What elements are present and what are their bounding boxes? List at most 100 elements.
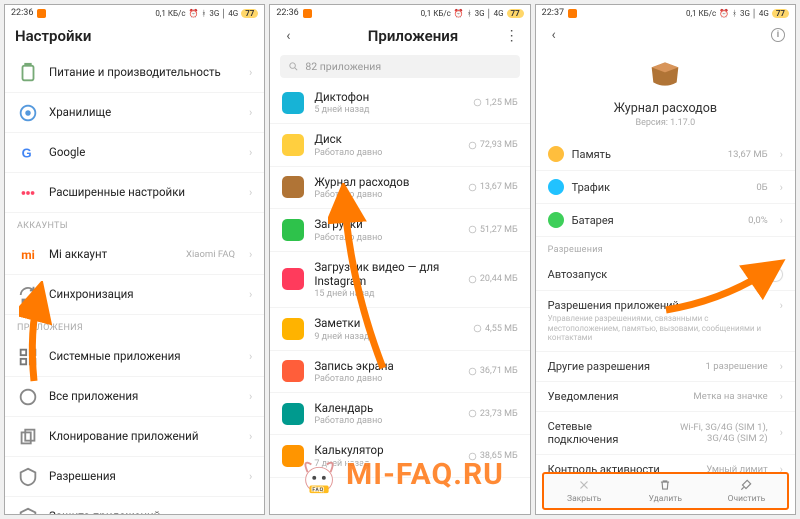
trash-icon xyxy=(658,478,672,492)
app-item-sub: 15 дней назад xyxy=(314,289,458,299)
row-sync[interactable]: Синхронизация › xyxy=(5,275,264,315)
alarm-icon: ⏰ xyxy=(719,9,729,18)
row-app-permissions[interactable]: Разрешения приложений Управление разреше… xyxy=(536,291,795,352)
row-permissions[interactable]: Разрешения › xyxy=(5,457,264,497)
app-row[interactable]: Журнал расходовРаботало давно13,67 МБ xyxy=(270,167,529,209)
app-item-icon xyxy=(282,134,304,156)
app-row[interactable]: ДискРаботало давно72,93 МБ xyxy=(270,124,529,166)
delete-button[interactable]: Удалить xyxy=(625,478,706,504)
memory-icon xyxy=(548,146,564,162)
row-traffic[interactable]: Трафик 0Б › xyxy=(536,171,795,204)
app-row[interactable]: Диктофон5 дней назад1,25 МБ xyxy=(270,82,529,124)
app-row[interactable]: КалендарьРаботало давно23,73 МБ xyxy=(270,393,529,435)
row-battery[interactable]: Батарея 0,0% › xyxy=(536,204,795,237)
signal-icon: 3G │ 4G xyxy=(209,9,238,18)
app-item-name: Запись экрана xyxy=(314,359,458,373)
app-item-size: 36,71 МБ xyxy=(468,366,518,376)
status-indicator-icon xyxy=(303,9,312,18)
status-time: 22:36 xyxy=(276,8,298,18)
search-input[interactable]: 82 приложения xyxy=(280,55,519,78)
app-item-sub: 5 дней назад xyxy=(314,105,463,115)
app-row[interactable]: Калькулятор7 дней назад38,65 МБ xyxy=(270,435,529,477)
row-app-protect[interactable]: Защита приложений › xyxy=(5,497,264,515)
app-row[interactable]: Загрузчик видео — для Instagram15 дней н… xyxy=(270,252,529,309)
disk-icon xyxy=(468,141,477,150)
info-icon[interactable]: i xyxy=(771,28,785,42)
account-value: Xiaomi FAQ xyxy=(186,249,235,260)
bluetooth-icon: ᚼ xyxy=(732,9,737,18)
chevron-right-icon: › xyxy=(780,299,783,312)
battery-usage-icon xyxy=(548,212,564,228)
app-icon xyxy=(644,53,686,95)
chevron-right-icon: › xyxy=(780,181,783,194)
app-item-icon xyxy=(282,176,304,198)
app-row[interactable]: Заметки9 дней назад4,55 МБ xyxy=(270,308,529,350)
chevron-right-icon: › xyxy=(249,470,252,483)
row-power[interactable]: Питание и производительность › xyxy=(5,53,264,93)
app-item-size: 20,44 МБ xyxy=(468,274,518,284)
disk-icon xyxy=(468,225,477,234)
chevron-right-icon: › xyxy=(780,426,783,439)
chevron-right-icon: › xyxy=(249,288,252,301)
app-item-size: 13,67 МБ xyxy=(468,182,518,192)
traffic-icon xyxy=(548,179,564,195)
row-google[interactable]: G Google › xyxy=(5,133,264,173)
row-mi-account[interactable]: mi Mi аккаунт Xiaomi FAQ › xyxy=(5,235,264,275)
close-button[interactable]: Закрыть xyxy=(544,478,625,504)
app-item-sub: 7 дней назад xyxy=(314,459,458,469)
status-net: 0,1 КБ/с xyxy=(155,9,185,18)
chevron-right-icon: › xyxy=(780,214,783,227)
app-item-name: Загрузки xyxy=(314,217,458,231)
app-item-icon xyxy=(282,360,304,382)
shield-icon xyxy=(17,506,39,516)
bluetooth-icon: ᚼ xyxy=(467,9,472,18)
app-detail-screen: 22:37 0,1 КБ/с ⏰ ᚼ 3G │ 4G 77 ‹ i Журнал… xyxy=(535,4,796,515)
battery-icon: 77 xyxy=(507,9,524,18)
disk-icon xyxy=(468,183,477,192)
signal-icon: 3G │ 4G xyxy=(740,9,769,18)
row-memory[interactable]: Память 13,67 МБ › xyxy=(536,138,795,171)
row-notifications[interactable]: Уведомления Метка на значке › xyxy=(536,382,795,412)
clone-icon xyxy=(17,426,39,448)
app-row[interactable]: Запись экранаРаботало давно 36,71 МБ xyxy=(270,351,529,393)
app-item-icon xyxy=(282,445,304,467)
row-clone-apps[interactable]: Клонирование приложений › xyxy=(5,417,264,457)
disk-icon xyxy=(473,98,482,107)
status-bar: 22:36 0,1 КБ/с ⏰ ᚼ 3G │ 4G 77 xyxy=(5,5,264,21)
app-item-name: Загрузчик видео — для Instagram xyxy=(314,260,458,289)
app-item-sub: Работало давно xyxy=(314,374,458,384)
app-row[interactable]: ЗагрузкиРаботало давно51,27 МБ xyxy=(270,209,529,251)
row-advanced[interactable]: Расширенные настройки › xyxy=(5,173,264,213)
alarm-icon: ⏰ xyxy=(454,9,464,18)
row-system-apps[interactable]: Системные приложения › xyxy=(5,337,264,377)
autostart-toggle[interactable] xyxy=(755,267,783,282)
more-icon[interactable]: ⋮ xyxy=(504,28,520,44)
chevron-right-icon: › xyxy=(249,350,252,363)
app-item-sub: Работало давно xyxy=(314,233,458,243)
row-all-apps[interactable]: Все приложения › xyxy=(5,377,264,417)
app-item-icon xyxy=(282,219,304,241)
row-other-perm[interactable]: Другие разрешения 1 разрешение › xyxy=(536,352,795,382)
status-net: 0,1 КБ/с xyxy=(421,9,451,18)
row-net-conn[interactable]: Сетевые подключения Wi-Fi, 3G/4G (SIM 1)… xyxy=(536,412,795,455)
app-item-name: Календарь xyxy=(314,401,458,415)
back-icon[interactable]: ‹ xyxy=(280,28,296,44)
status-bar: 22:36 0,1 КБ/с ⏰ ᚼ 3G │ 4G 77 xyxy=(270,5,529,21)
app-item-name: Диктофон xyxy=(314,90,463,104)
apps-icon xyxy=(17,386,39,408)
back-icon[interactable]: ‹ xyxy=(546,27,562,43)
chevron-right-icon: › xyxy=(780,390,783,403)
row-storage[interactable]: Хранилище › xyxy=(5,93,264,133)
clear-button[interactable]: Очистить xyxy=(706,478,787,504)
chevron-right-icon: › xyxy=(249,510,252,515)
app-item-name: Калькулятор xyxy=(314,443,458,457)
section-accounts: АККАУНТЫ xyxy=(5,213,264,235)
row-autostart[interactable]: Автозапуск xyxy=(536,259,795,291)
app-item-icon xyxy=(282,268,304,290)
app-item-icon xyxy=(282,403,304,425)
battery-icon: 77 xyxy=(241,9,258,18)
chevron-right-icon: › xyxy=(249,430,252,443)
google-icon: G xyxy=(17,142,39,164)
app-item-size: 72,93 МБ xyxy=(468,140,518,150)
disk-icon xyxy=(473,324,482,333)
